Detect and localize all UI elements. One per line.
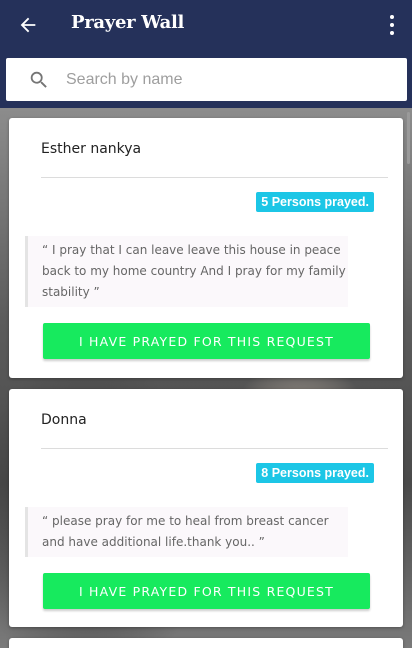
- more-vert-icon[interactable]: [382, 12, 402, 38]
- divider: [41, 448, 388, 449]
- prayer-card: Esther nankya 5 Persons prayed. “ I pray…: [9, 118, 403, 378]
- prayer-text: “ I pray that I can leave leave this hou…: [25, 236, 348, 307]
- search-icon: [28, 69, 50, 91]
- requester-name: Donna: [41, 412, 87, 428]
- app-bar: Prayer Wall: [0, 0, 412, 50]
- prayed-count-badge: 5 Persons prayed.: [256, 192, 374, 212]
- search-input[interactable]: [66, 68, 386, 92]
- search-bar: [6, 58, 407, 101]
- prayer-card: Donna 8 Persons prayed. “ please pray fo…: [9, 389, 403, 627]
- prayer-card: [9, 638, 403, 648]
- prayer-text: “ please pray for me to heal from breast…: [25, 507, 348, 557]
- requester-name: Esther nankya: [41, 141, 142, 157]
- prayed-button[interactable]: I HAVE PRAYED FOR THIS REQUEST: [43, 323, 370, 359]
- divider: [41, 177, 388, 178]
- arrow-back-icon[interactable]: [14, 11, 42, 39]
- prayed-count-badge: 8 Persons prayed.: [256, 463, 374, 483]
- page-title: Prayer Wall: [71, 12, 185, 33]
- prayed-button[interactable]: I HAVE PRAYED FOR THIS REQUEST: [43, 573, 370, 609]
- scrollbar[interactable]: [407, 112, 410, 164]
